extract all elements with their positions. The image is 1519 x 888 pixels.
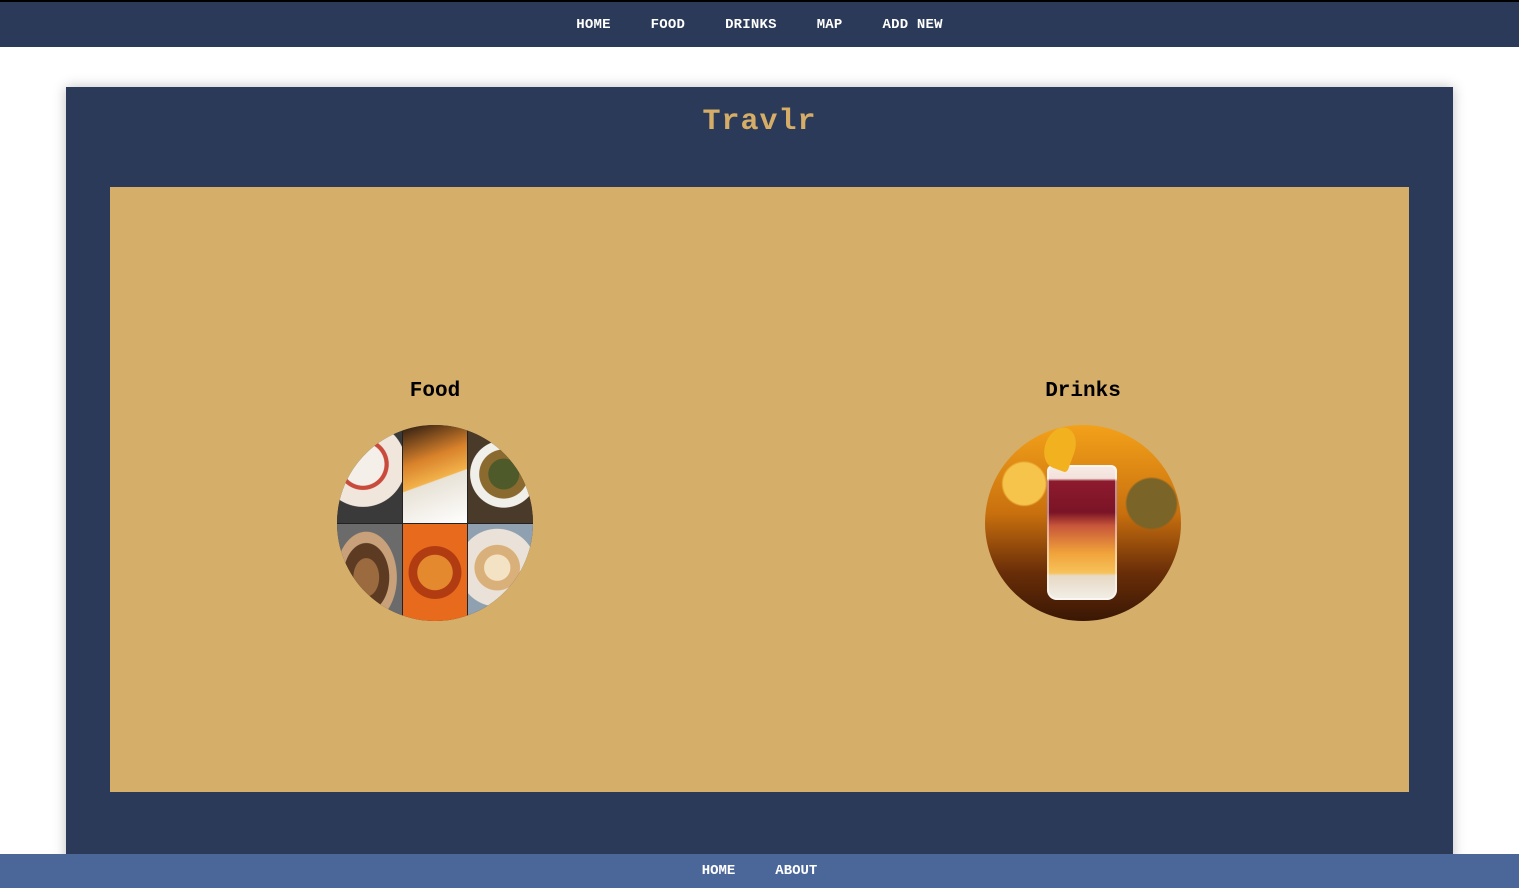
food-tile [402, 523, 468, 621]
food-collage [337, 425, 533, 621]
cocktail-image[interactable] [985, 425, 1181, 621]
category-panel: Food Drinks [110, 187, 1409, 792]
food-tile [468, 523, 533, 621]
food-collage-image[interactable] [337, 425, 533, 621]
cocktail-glass [1047, 465, 1117, 600]
food-tile [337, 425, 402, 523]
drinks-card[interactable]: Drinks [953, 377, 1213, 621]
nav-drinks-link[interactable]: DRINKS [725, 17, 777, 33]
footer-navigation: HOME ABOUT [0, 854, 1519, 888]
nav-home-link[interactable]: HOME [576, 17, 610, 33]
nav-map-link[interactable]: MAP [817, 17, 843, 33]
top-navigation: HOME FOOD DRINKS MAP ADD NEW [0, 0, 1519, 47]
food-heading: Food [409, 380, 461, 403]
food-tile [337, 523, 402, 621]
site-title: Travlr [702, 105, 817, 139]
drinks-heading: Drinks [1045, 380, 1121, 403]
nav-food-link[interactable]: FOOD [651, 17, 685, 33]
footer-home-link[interactable]: HOME [702, 863, 736, 879]
footer-about-link[interactable]: ABOUT [775, 863, 817, 879]
food-tile [468, 425, 533, 523]
food-card[interactable]: Food [305, 377, 565, 621]
food-tile [402, 425, 468, 523]
main-container: Travlr Food Drinks [66, 87, 1453, 888]
nav-add-new-link[interactable]: ADD NEW [883, 17, 943, 33]
